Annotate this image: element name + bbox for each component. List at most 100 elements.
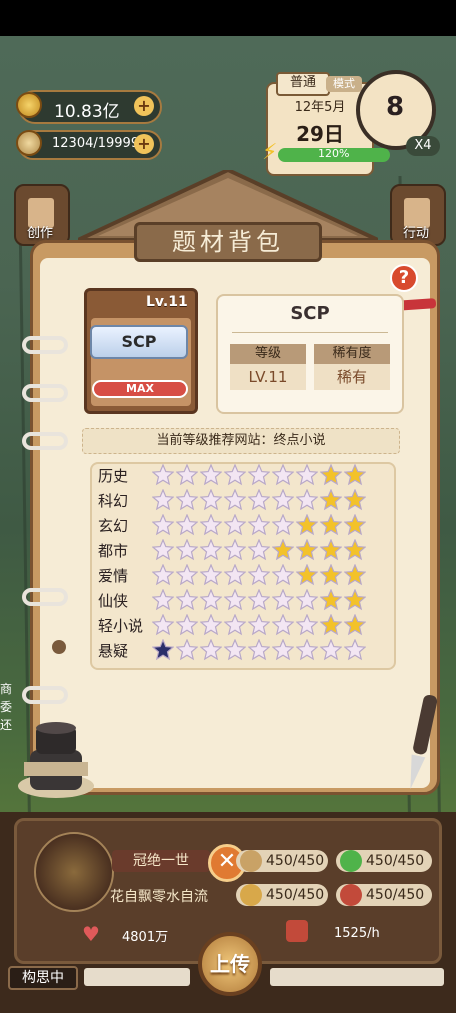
genre-name: 悬疑	[98, 642, 129, 660]
star-icon	[224, 639, 246, 661]
notebook-title: 题材背包	[134, 222, 322, 262]
likes-icon: ♥	[82, 922, 100, 946]
star-icon	[152, 589, 174, 611]
fountain-pen-icon	[410, 694, 438, 789]
calendar-mode: 普通	[276, 72, 330, 96]
side-notice[interactable]: 商 委 还	[0, 680, 22, 744]
level-value: LV.11	[230, 364, 306, 390]
genre-name: 都市	[98, 542, 129, 560]
star-icon	[344, 464, 366, 486]
star-icon	[320, 464, 342, 486]
star-icon	[224, 614, 246, 636]
genre-row: 玄幻	[98, 514, 394, 538]
star-icon	[248, 614, 270, 636]
resource-2: 450/450	[336, 850, 432, 872]
star-icon	[152, 639, 174, 661]
star-icon	[344, 564, 366, 586]
rate-icon	[286, 920, 308, 942]
binder-ring	[22, 336, 68, 354]
star-icon	[248, 464, 270, 486]
calendar-day: 29日	[296, 122, 344, 146]
star-icon	[200, 514, 222, 536]
star-icon	[176, 464, 198, 486]
add-fans-button[interactable]: +	[134, 134, 154, 154]
topic-card-max: MAX	[92, 380, 188, 398]
binder-ring	[22, 384, 68, 402]
star-icon	[248, 539, 270, 561]
resource-1: 450/450	[236, 850, 328, 872]
action-label: 行动	[402, 226, 429, 241]
star-icon	[176, 589, 198, 611]
star-icon	[272, 589, 294, 611]
help-button[interactable]: ?	[390, 264, 418, 292]
star-icon	[200, 539, 222, 561]
star-icon	[152, 614, 174, 636]
star-icon	[320, 539, 342, 561]
star-icon	[344, 589, 366, 611]
clock-number: 8	[386, 92, 405, 122]
ink-bottle-icon	[18, 722, 94, 798]
star-icon	[272, 564, 294, 586]
create-label: 创作	[26, 226, 53, 241]
star-icon	[272, 614, 294, 636]
star-icon	[296, 564, 318, 586]
topic-card-level: Lv.11	[146, 294, 188, 310]
avatar[interactable]	[34, 832, 114, 912]
multiplier-badge[interactable]: X4	[406, 136, 440, 156]
star-icon	[224, 539, 246, 561]
star-icon	[296, 514, 318, 536]
star-icon	[272, 539, 294, 561]
side-notice-text: 商 委 还	[0, 682, 13, 732]
binder-hole	[52, 640, 66, 654]
star-icon	[344, 539, 366, 561]
star-icon	[248, 589, 270, 611]
star-icon	[176, 639, 198, 661]
star-icon	[320, 564, 342, 586]
star-icon	[272, 514, 294, 536]
upload-button[interactable]: 上传	[198, 932, 262, 996]
star-icon	[296, 614, 318, 636]
resource-2-value: 450/450	[366, 853, 425, 869]
genre-name: 历史	[98, 467, 129, 485]
topic-info-title: SCP	[290, 303, 330, 324]
genre-name: 科幻	[98, 492, 129, 510]
genre-stars	[152, 464, 366, 486]
star-icon	[176, 489, 198, 511]
star-icon	[344, 614, 366, 636]
money-counter: 10.83亿 +	[16, 90, 162, 124]
star-icon	[224, 464, 246, 486]
star-icon	[152, 489, 174, 511]
star-icon	[176, 564, 198, 586]
star-icon	[248, 564, 270, 586]
star-icon	[152, 464, 174, 486]
rarity-header: 稀有度	[314, 344, 390, 364]
star-icon	[344, 514, 366, 536]
status-bar	[0, 0, 456, 36]
star-icon	[176, 539, 198, 561]
star-icon	[224, 564, 246, 586]
binder-ring	[22, 686, 68, 704]
genre-row: 历史	[98, 464, 394, 488]
thinking-status: 构思中	[8, 966, 78, 990]
add-money-button[interactable]: +	[134, 96, 154, 116]
star-icon	[176, 614, 198, 636]
star-icon	[320, 489, 342, 511]
genre-name: 玄幻	[98, 517, 129, 535]
star-icon	[296, 539, 318, 561]
star-icon	[320, 589, 342, 611]
star-icon	[248, 489, 270, 511]
title-banner: 冠绝一世	[112, 850, 210, 872]
genre-name: 轻小说	[98, 617, 144, 635]
resource-1-value: 450/450	[266, 853, 325, 869]
progress-bar-left	[84, 968, 190, 986]
level-header: 等级	[230, 344, 306, 364]
recommended-site: 当前等级推荐网站：终点小说	[82, 428, 400, 454]
star-icon	[296, 489, 318, 511]
genre-stars	[152, 564, 366, 586]
calendar-tag: 模式	[326, 76, 362, 92]
star-icon	[224, 589, 246, 611]
star-icon	[200, 464, 222, 486]
star-icon	[272, 464, 294, 486]
resource-4-value: 450/450	[366, 887, 425, 903]
resource-4: 450/450	[336, 884, 432, 906]
